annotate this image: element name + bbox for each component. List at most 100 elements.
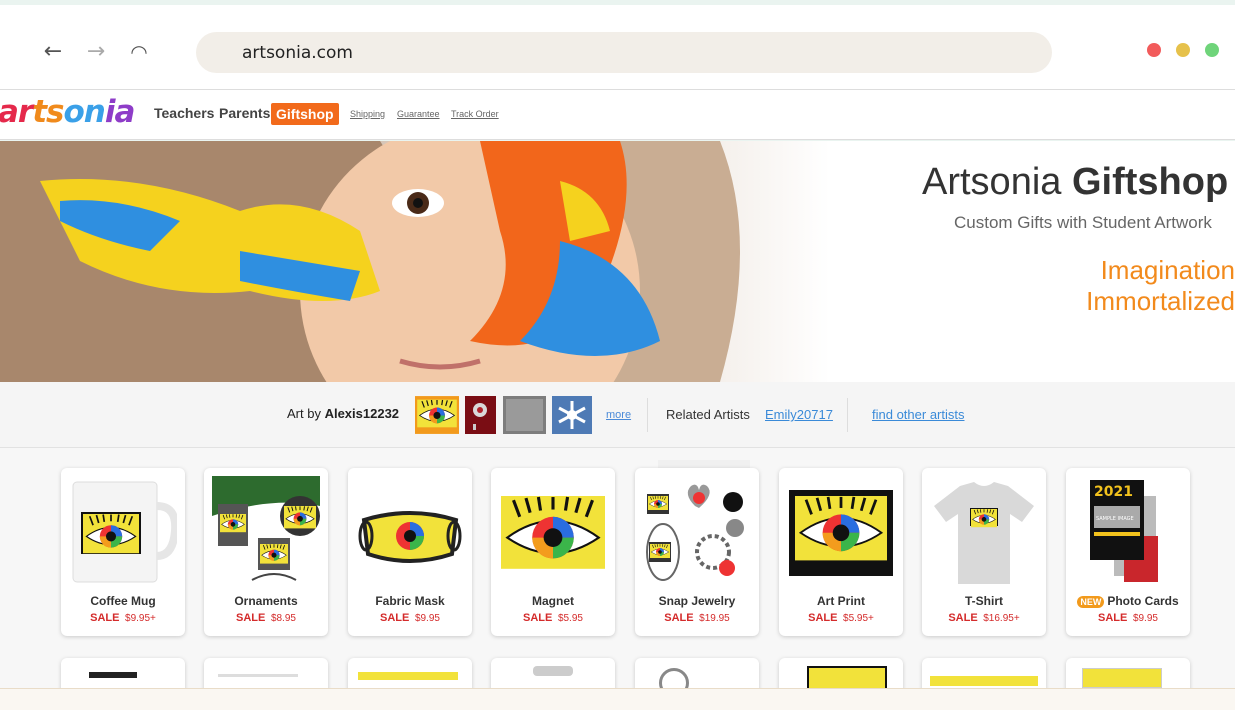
nav-teachers[interactable]: Teachers [154,105,214,121]
product-thumb-partial [807,666,887,690]
artsonia-logo[interactable]: artsonia [0,94,135,130]
product-thumb-partial [358,672,458,680]
price-value: $8.95 [270,613,296,624]
product-price: SALE $5.95 [491,612,615,624]
sale-label: SALE [1098,612,1128,624]
hero-title-bold: Giftshop [1071,161,1229,203]
hero-tagline: Imagination Immortalized [1086,255,1235,317]
sale-label: SALE [664,612,694,624]
product-price: SALE $8.95 [204,612,328,624]
artwork-thumbnail-eye[interactable] [415,396,459,434]
hero-banner: Artsonia Giftshop Custom Gifts with Stud… [0,141,1235,382]
price-value: $5.95+ [843,613,874,624]
find-other-artists-link[interactable]: find other artists [872,407,965,422]
product-thumb-partial [218,674,298,677]
window-maximize-button[interactable] [1205,43,1219,57]
art-print-image [787,476,895,588]
price-value: $9.95 [414,613,440,624]
site-header: artsonia Teachers Parents Giftshop Shipp… [0,89,1235,140]
window-minimize-button[interactable] [1176,43,1190,57]
hero-title-plain: Artsonia [922,161,1072,203]
art-by-prefix: Art by [287,406,325,421]
logo-part: ts [32,94,64,130]
address-bar[interactable]: artsonia.com [196,32,1052,73]
sale-label: SALE [523,612,553,624]
product-name: Magnet [532,594,574,608]
card-sample-label: SAMPLE IMAGE [1096,516,1134,522]
artwork-thumbnail-gray[interactable] [503,396,546,434]
product-name: NEW Photo Cards [1066,594,1190,608]
reload-icon[interactable]: ◠ [128,41,150,63]
related-artist-link[interactable]: Emily20717 [765,407,833,422]
product-card-coffee-mug[interactable]: Coffee Mug SALE $9.95+ [61,468,185,636]
art-by-bar: Art by Alexis12232 more Related Artists … [0,382,1235,448]
sale-label: SALE [90,612,120,624]
product-card-snap-jewelry[interactable]: Snap Jewelry SALE $19.95 [635,468,759,636]
product-card-art-print[interactable]: Art Print SALE $5.95+ [779,468,903,636]
product-name-text: Photo Cards [1107,594,1179,608]
hero-title: Artsonia Giftshop [922,161,1228,204]
product-price: SALE $5.95+ [779,612,903,624]
price-value: $19.95 [699,613,730,624]
product-price: SALE $19.95 [635,612,759,624]
related-artists-label: Related Artists [666,407,750,422]
ornaments-image [212,476,320,588]
shipping-link[interactable]: Shipping [350,109,385,119]
product-name: Fabric Mask [375,594,445,608]
product-price: SALE $9.95 [348,612,472,624]
product-thumb-partial [89,672,137,678]
hero-subtitle: Custom Gifts with Student Artwork [954,213,1212,232]
sale-label: SALE [808,612,838,624]
product-price: SALE $9.95+ [61,612,185,624]
art-by-label: Art by Alexis12232 [287,406,399,421]
artwork-thumbnail-snowflake[interactable] [552,396,592,434]
photo-cards-image: 2021 SAMPLE IMAGE [1074,476,1182,588]
track-order-link[interactable]: Track Order [451,109,499,119]
window-close-button[interactable] [1147,43,1161,57]
t-shirt-image [930,476,1038,588]
divider [647,398,648,432]
product-card-magnet[interactable]: Magnet SALE $5.95 [491,468,615,636]
guarantee-link[interactable]: Guarantee [397,109,440,119]
coffee-mug-image [72,481,177,583]
price-value: $16.95+ [983,613,1020,624]
price-value: $9.95 [1132,613,1158,624]
product-price: SALE $16.95+ [922,612,1046,624]
product-name: Snap Jewelry [658,594,736,608]
product-name: Art Print [817,594,865,608]
product-card-t-shirt[interactable]: T-Shirt SALE $16.95+ [922,468,1046,636]
bottom-edge [0,688,1235,710]
fabric-mask-image [356,476,464,588]
sale-label: SALE [236,612,266,624]
sale-label: SALE [380,612,410,624]
product-thumb-partial [1082,668,1162,688]
artist-name[interactable]: Alexis12232 [325,406,399,421]
snap-jewelry-image [643,476,751,588]
product-thumb-partial [533,666,573,676]
magnet-image [499,476,607,588]
product-name: T-Shirt [965,594,1003,608]
product-card-photo-cards[interactable]: 2021 SAMPLE IMAGE NEW Photo Cards SALE $9… [1066,468,1190,636]
more-artwork-link[interactable]: more [606,409,631,421]
logo-part: on [63,94,106,130]
card-year: 2021 [1094,484,1133,500]
hero-tagline-line2: Immortalized [1086,286,1235,316]
product-thumb-partial [930,676,1038,686]
back-arrow-icon[interactable]: ← [42,41,64,63]
product-name: Coffee Mug [90,594,156,608]
product-card-ornaments[interactable]: Ornaments SALE $8.95 [204,468,328,636]
forward-arrow-icon[interactable]: → [85,41,107,63]
hero-tagline-line1: Imagination [1100,255,1235,285]
browser-toolbar: ← → ◠ artsonia.com [0,5,1235,89]
product-card-fabric-mask[interactable]: Fabric Mask SALE $9.95 [348,468,472,636]
product-name: Ornaments [234,594,298,608]
product-price: SALE $9.95 [1066,612,1190,624]
address-bar-url: artsonia.com [242,43,353,63]
product-grid: Coffee Mug SALE $9.95+ Ornaments SALE $8… [0,448,1235,710]
artwork-thumbnail-red[interactable] [465,396,496,434]
nav-parents[interactable]: Parents [219,105,270,121]
price-value: $9.95+ [125,613,156,624]
new-badge: NEW [1077,596,1105,608]
nav-giftshop[interactable]: Giftshop [271,103,339,125]
sale-label: SALE [948,612,978,624]
